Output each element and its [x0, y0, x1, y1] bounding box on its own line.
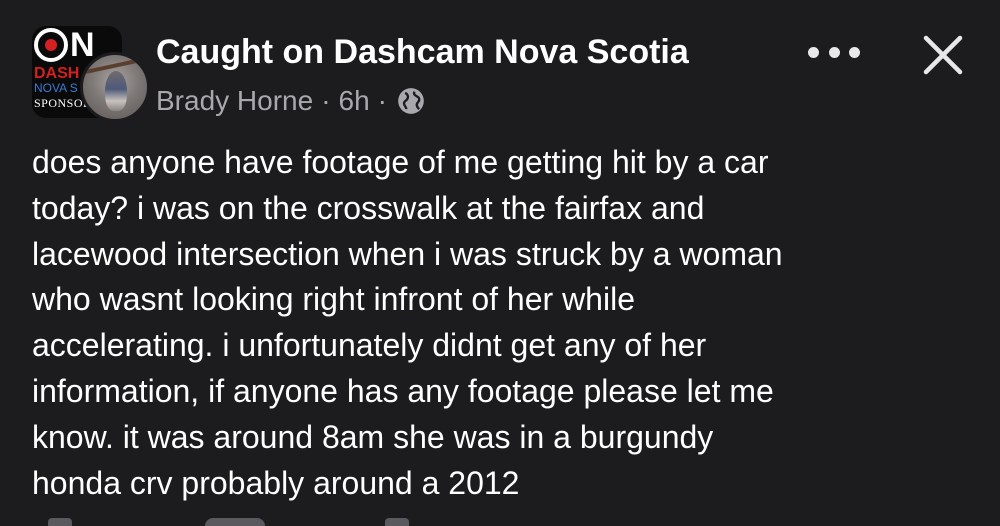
post-body-line: does anyone have footage of me getting h… [32, 144, 769, 180]
close-icon[interactable] [920, 32, 966, 78]
post-body-line: accelerating. i unfortunately didnt get … [32, 327, 707, 364]
post-body-line: lacewood intersection when i was struck … [32, 235, 783, 272]
meta-separator: · [321, 85, 331, 116]
logo-nova-text: NOVA S [34, 81, 78, 95]
author-avatar[interactable] [80, 52, 150, 122]
post-body-line: information, if anyone has any footage p… [32, 372, 774, 409]
post-body-line: who wasnt looking right infront of her w… [32, 281, 635, 318]
group-name[interactable]: Caught on Dashcam Nova Scotia [156, 32, 689, 72]
avatar-bird [105, 71, 127, 111]
post-body-line: know. it was around 8am she was in a bur… [32, 418, 714, 455]
post-body-line: honda crv probably around a 2012 [32, 464, 520, 501]
post-body-line: today? i was on the crosswalk at the fai… [32, 189, 705, 226]
author-name[interactable]: Brady Horne [156, 84, 313, 118]
reaction-bar-peek [0, 510, 1000, 526]
globe-icon [398, 88, 424, 114]
logo-on-mark: ONN [34, 28, 95, 64]
post-body: does anyone have footage of me getting h… [32, 140, 982, 506]
logo-dash-text: DASH [34, 65, 80, 82]
post-time[interactable]: 6h [339, 84, 370, 118]
post-meta: Brady Horne · 6h · [156, 84, 425, 118]
post-header: ONN DASH NOVA S SPONSORE Caught on Dashc… [0, 0, 1000, 130]
meta-separator-2: · [377, 85, 387, 116]
more-horizontal-icon[interactable] [808, 34, 860, 70]
